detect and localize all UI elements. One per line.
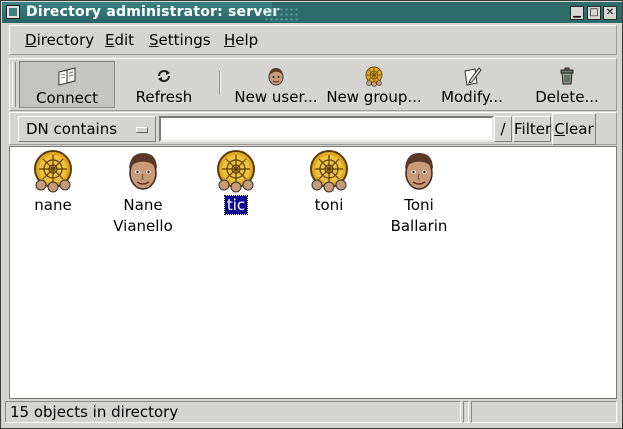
toolbar-grip[interactable] [12,62,16,107]
clear-label: lear [564,120,594,138]
menu-settings-mnemonic: S [149,31,159,49]
menu-help[interactable]: Help [224,31,258,49]
selected-object-name: tic [223,195,249,215]
directory-object[interactable]: toni [284,149,374,217]
menu-directory-label: irectory [36,31,95,49]
filter-bar: DN contains / Filter Clear [9,112,617,145]
menu-help-mnemonic: H [224,31,236,49]
refresh-label: Refresh [135,88,193,106]
status-progress [463,401,469,423]
refresh-button[interactable]: Refresh [118,61,210,108]
clear-button[interactable]: Clear [552,113,596,145]
group-web-icon [31,149,75,193]
group-web-icon [214,149,258,193]
search-field[interactable] [159,116,494,142]
status-bar: 15 objects in directory [5,401,619,425]
user-face-icon [268,68,284,86]
group-web-icon [365,66,383,87]
menu-settings-label: ettings [158,31,211,49]
toolbar-separator [219,71,221,95]
clear-mnemonic: C [554,120,565,138]
book-open-icon [58,67,76,86]
menu-directory[interactable]: Directory [25,31,94,49]
menu-help-label: elp [235,31,259,49]
object-name-line1: toni [314,196,344,214]
filter-mode-value: DN contains [26,120,118,138]
trash-can-icon [560,67,574,85]
group-web-icon [307,149,351,193]
close-button[interactable]: ✕ [603,6,617,20]
modify-button[interactable]: Modify... [436,61,508,108]
menu-bar: Directory Edit Settings Help [9,25,617,55]
directory-object[interactable]: nane [8,149,98,217]
user-face-icon [397,149,441,193]
title-bar[interactable]: Directory administrator: server ▁ □ ✕ [2,2,622,23]
filter-button[interactable]: Filter [513,116,551,142]
menu-directory-mnemonic: D [25,31,37,49]
object-name-line2: Vianello [113,217,173,235]
maximize-button[interactable]: □ [587,6,601,20]
pick-dn-button[interactable]: / [494,116,512,142]
modify-label: Modify... [441,88,503,106]
toolbar: Connect Refresh New user... New group...… [9,58,617,111]
new-group-label: New group... [326,88,422,106]
object-name-line1: Nane [123,196,163,214]
search-input[interactable] [161,118,492,140]
directory-object[interactable]: Nane Vianello [98,149,188,235]
object-name-line1: tic [191,195,281,215]
object-name-line1: Toni [404,196,434,214]
delete-label: Delete... [535,88,599,106]
delete-button[interactable]: Delete... [532,61,602,108]
menu-edit-label: dit [114,31,135,49]
status-text: 15 objects in directory [5,401,461,423]
status-user-area [471,401,617,423]
app-window: Directory administrator: server ▁ □ ✕ Di… [0,0,623,429]
directory-object-selected[interactable]: tic [191,149,281,217]
object-name-line2: Ballarin [390,217,448,235]
user-face-icon [121,149,165,193]
connect-label: Connect [35,89,99,107]
object-name-line1: nane [34,196,72,214]
new-user-button[interactable]: New user... [232,61,320,108]
window-menu-icon[interactable] [6,5,20,19]
directory-object[interactable]: Toni Ballarin [374,149,464,235]
pencil-paper-icon [464,67,482,86]
title-bar-grip [264,7,300,21]
refresh-arrows-icon [158,70,170,82]
menu-edit[interactable]: Edit [105,31,134,49]
new-group-button[interactable]: New group... [326,61,422,108]
directory-icon-view[interactable]: nane Nane Vianello tic toni Toni Ballari… [9,146,617,399]
filter-mode-select[interactable]: DN contains [18,116,156,142]
menu-settings[interactable]: Settings [149,31,211,49]
connect-button[interactable]: Connect [19,61,115,108]
window-title: Directory administrator: server [26,4,280,20]
minimize-button[interactable]: ▁ [570,6,584,20]
option-menu-indicator-icon [136,127,148,133]
new-user-label: New user... [234,88,318,106]
